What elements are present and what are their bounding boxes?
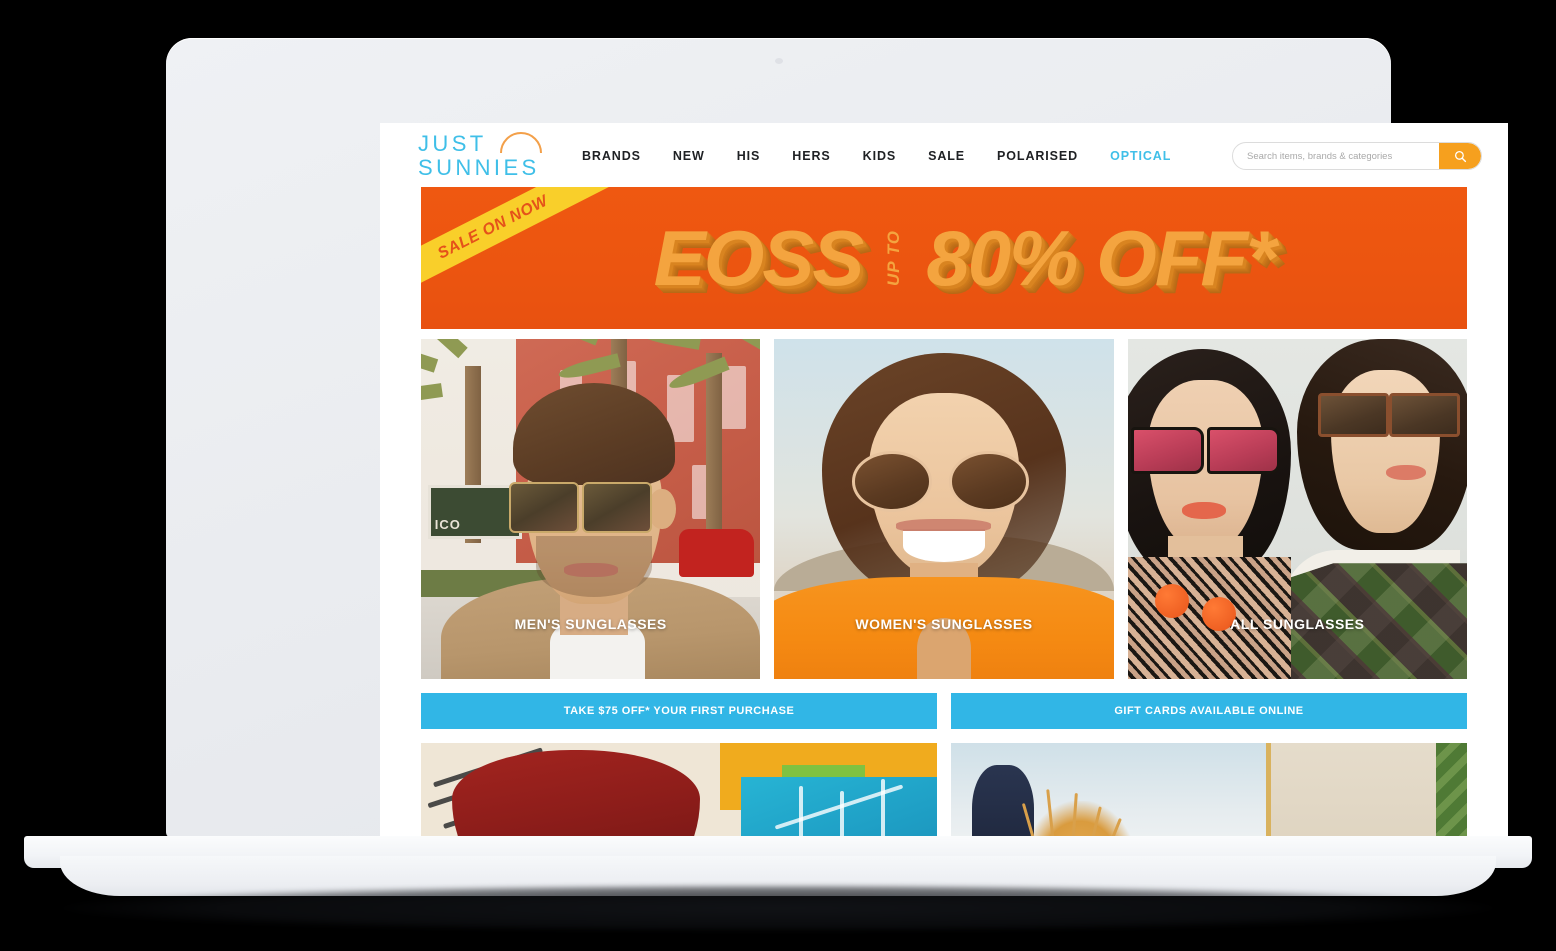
laptop-mockup-scene: JUST SUNNIES BRANDS NEW HIS HERS KIDS SA… xyxy=(0,0,1556,951)
nav-item-kids[interactable]: KIDS xyxy=(863,149,896,163)
sunglasses-graphic-right xyxy=(1318,393,1461,430)
street-sign: ICO xyxy=(428,485,522,539)
webcam-icon xyxy=(775,58,783,64)
street-sign-text: ICO xyxy=(435,517,461,532)
eoss-sale-banner[interactable]: SALE ON NOW EOSS UP TO 80% OFF* xyxy=(421,187,1467,329)
sunglasses-graphic xyxy=(852,451,1028,505)
nav-item-hers[interactable]: HERS xyxy=(792,149,830,163)
nav-item-brands[interactable]: BRANDS xyxy=(582,149,641,163)
category-tile-label-mens: MEN'S SUNGLASSES xyxy=(421,616,760,632)
category-tile-all[interactable]: ALL SUNGLASSES xyxy=(1128,339,1467,679)
nav-item-optical[interactable]: OPTICAL xyxy=(1110,149,1171,163)
category-tile-womens[interactable]: WOMEN'S SUNGLASSES xyxy=(774,339,1113,679)
category-tile-mens[interactable]: ICO xyxy=(421,339,760,679)
nav-item-polarised[interactable]: POLARISED xyxy=(997,149,1078,163)
sun-arc-icon xyxy=(498,131,542,153)
category-tiles: ICO xyxy=(380,329,1508,679)
banner-discount: 80% OFF* xyxy=(926,223,1274,293)
laptop-lid: JUST SUNNIES BRANDS NEW HIS HERS KIDS SA… xyxy=(166,38,1391,838)
nav-item-new[interactable]: NEW xyxy=(673,149,705,163)
promo-bar-gift-cards[interactable]: GIFT CARDS AVAILABLE ONLINE xyxy=(951,693,1467,729)
site-header: JUST SUNNIES BRANDS NEW HIS HERS KIDS SA… xyxy=(380,123,1508,187)
search-submit-button[interactable] xyxy=(1439,143,1481,169)
search-input[interactable] xyxy=(1233,151,1439,162)
promo-bar-first-purchase[interactable]: TAKE $75 OFF* YOUR FIRST PURCHASE xyxy=(421,693,937,729)
logo-line-2: SUNNIES xyxy=(418,157,540,179)
browser-viewport: JUST SUNNIES BRANDS NEW HIS HERS KIDS SA… xyxy=(380,123,1508,863)
sunglasses-graphic xyxy=(509,482,652,530)
site-logo[interactable]: JUST SUNNIES xyxy=(418,133,540,179)
sunglasses-graphic-left xyxy=(1131,427,1280,468)
search-icon xyxy=(1454,150,1467,163)
laptop-drop-shadow xyxy=(62,884,1494,932)
nav-item-sale[interactable]: SALE xyxy=(928,149,965,163)
promo-bars: TAKE $75 OFF* YOUR FIRST PURCHASE GIFT C… xyxy=(380,679,1508,729)
category-tile-label-womens: WOMEN'S SUNGLASSES xyxy=(774,616,1113,632)
banner-upto-label: UP TO xyxy=(884,230,904,286)
banner-headline: EOSS xyxy=(654,223,863,293)
primary-navigation: BRANDS NEW HIS HERS KIDS SALE POLARISED … xyxy=(582,149,1232,163)
nav-item-his[interactable]: HIS xyxy=(737,149,761,163)
search-bar[interactable] xyxy=(1232,142,1482,170)
banner-headline-group: EOSS UP TO 80% OFF* xyxy=(421,187,1467,329)
category-tile-label-all: ALL SUNGLASSES xyxy=(1128,616,1467,632)
